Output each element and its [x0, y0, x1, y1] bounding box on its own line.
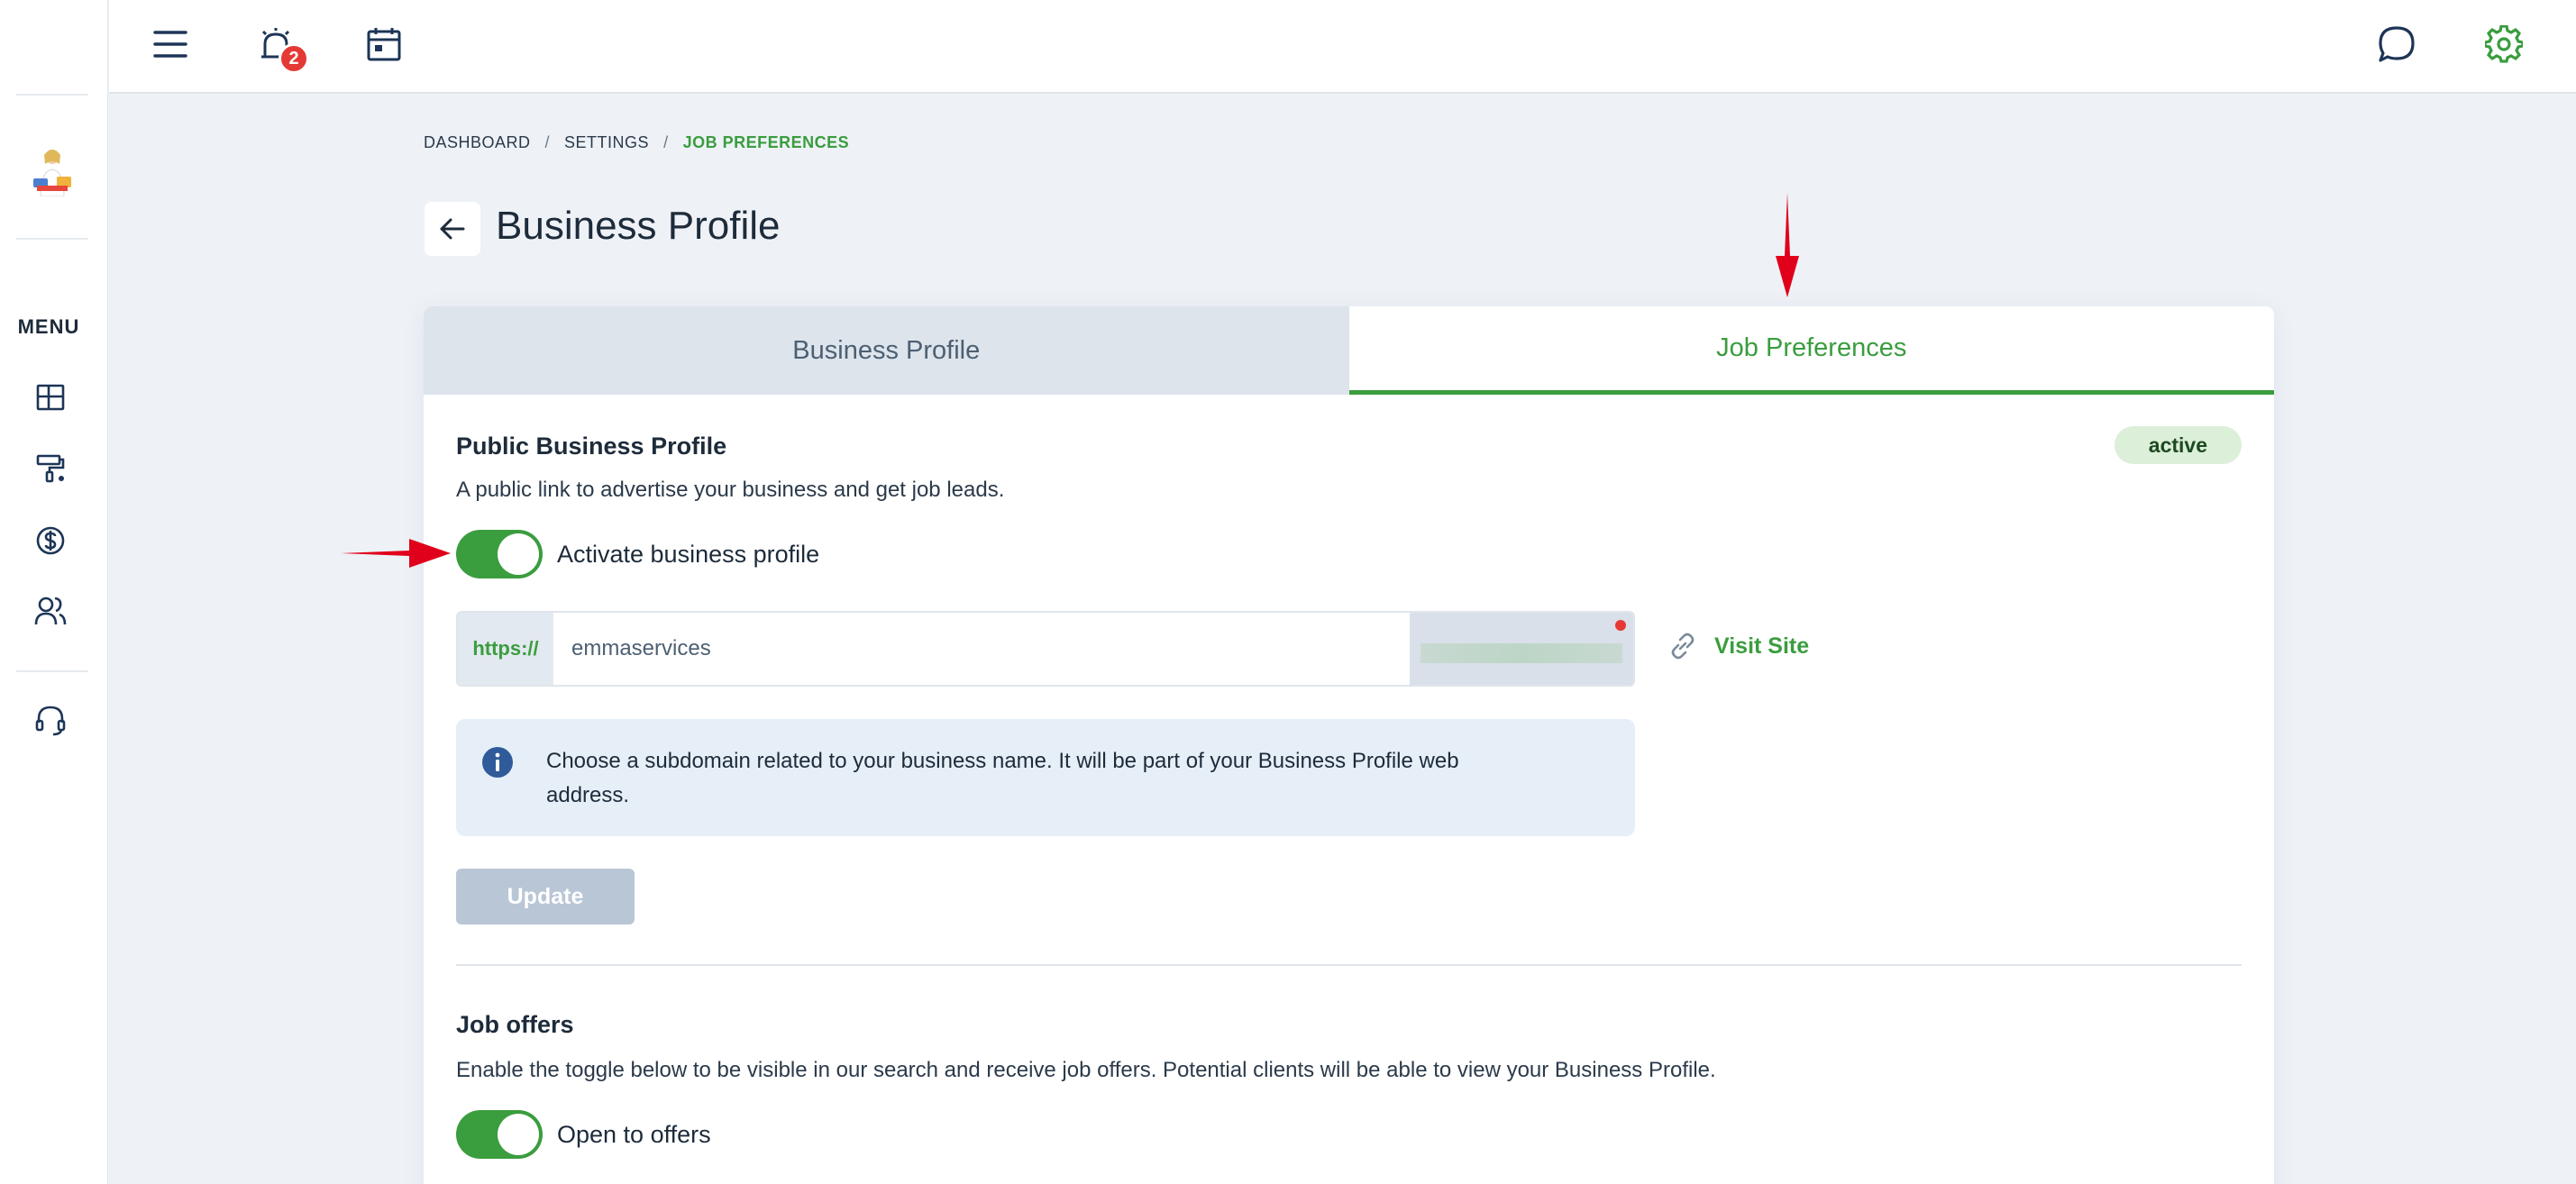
- dollar-icon[interactable]: [32, 523, 69, 559]
- info-callout: Choose a subdomain related to your busin…: [456, 719, 1635, 836]
- open-to-offers-toggle[interactable]: [456, 1110, 543, 1159]
- toggle-knob: [498, 1114, 539, 1155]
- info-icon: [482, 747, 513, 778]
- chat-icon[interactable]: [2374, 22, 2419, 67]
- hamburger-menu-icon[interactable]: [148, 22, 193, 67]
- public-profile-title: Public Business Profile: [456, 433, 727, 460]
- breadcrumb-current: JOB PREFERENCES: [682, 133, 850, 151]
- menu-label: MENU: [17, 315, 80, 338]
- page-title: Business Profile: [496, 204, 781, 248]
- redacted-domain: [1420, 643, 1622, 663]
- sidebar-divider: [16, 238, 88, 240]
- calendar-icon[interactable]: [361, 22, 406, 67]
- tab-business-profile[interactable]: Business Profile: [424, 306, 1349, 395]
- breadcrumb-settings[interactable]: SETTINGS: [564, 133, 649, 152]
- toggle-knob: [498, 533, 539, 575]
- avatar[interactable]: [30, 144, 75, 197]
- paint-roller-icon[interactable]: [32, 451, 69, 487]
- annotation-arrow-right: [341, 539, 451, 568]
- settings-card: Business Profile Job Preferences Public …: [424, 306, 2274, 1184]
- status-badge: active: [2114, 426, 2242, 464]
- open-to-offers-label: Open to offers: [557, 1121, 711, 1148]
- tab-job-preferences[interactable]: Job Preferences: [1348, 306, 2274, 395]
- headset-icon[interactable]: [32, 703, 69, 739]
- annotation-arrow-down: [1776, 193, 1799, 297]
- info-text: Choose a subdomain related to your busin…: [546, 749, 1459, 807]
- breadcrumb-separator: /: [663, 133, 669, 151]
- update-button[interactable]: Update: [456, 869, 635, 924]
- arrow-left-icon: [440, 218, 465, 240]
- visit-site-link[interactable]: Visit Site: [1667, 631, 1809, 661]
- sidebar: MENU: [0, 0, 108, 1184]
- link-icon: [1671, 633, 1694, 660]
- breadcrumb-dashboard[interactable]: DASHBOARD: [424, 133, 531, 152]
- tab-bar: Business Profile Job Preferences: [424, 306, 2274, 395]
- gear-icon[interactable]: [2481, 22, 2526, 67]
- top-bar: 2: [109, 0, 2576, 94]
- alarm-icon[interactable]: 2: [253, 22, 309, 74]
- domain-suffix: [1410, 613, 1633, 685]
- sidebar-divider: [16, 94, 88, 96]
- activate-profile-label: Activate business profile: [557, 541, 820, 568]
- public-profile-description: A public link to advertise your business…: [456, 478, 1005, 502]
- back-button[interactable]: [425, 202, 480, 256]
- visit-site-label: Visit Site: [1714, 633, 1810, 659]
- users-icon[interactable]: [32, 593, 69, 629]
- breadcrumb-separator: /: [544, 133, 551, 151]
- status-dot: [1615, 620, 1626, 631]
- notification-badge: 2: [279, 43, 309, 74]
- job-offers-description: Enable the toggle below to be visible in…: [456, 1058, 1716, 1082]
- dashboard-icon[interactable]: [32, 379, 69, 415]
- url-prefix: https://: [458, 613, 553, 685]
- subdomain-field-group: https://: [456, 611, 1635, 687]
- breadcrumb: DASHBOARD / SETTINGS / JOB PREFERENCES: [424, 133, 849, 152]
- section-divider: [456, 964, 2242, 966]
- sidebar-divider: [16, 670, 88, 672]
- job-offers-title: Job offers: [456, 1011, 574, 1038]
- subdomain-input[interactable]: [553, 613, 1410, 685]
- activate-profile-toggle[interactable]: [456, 530, 543, 578]
